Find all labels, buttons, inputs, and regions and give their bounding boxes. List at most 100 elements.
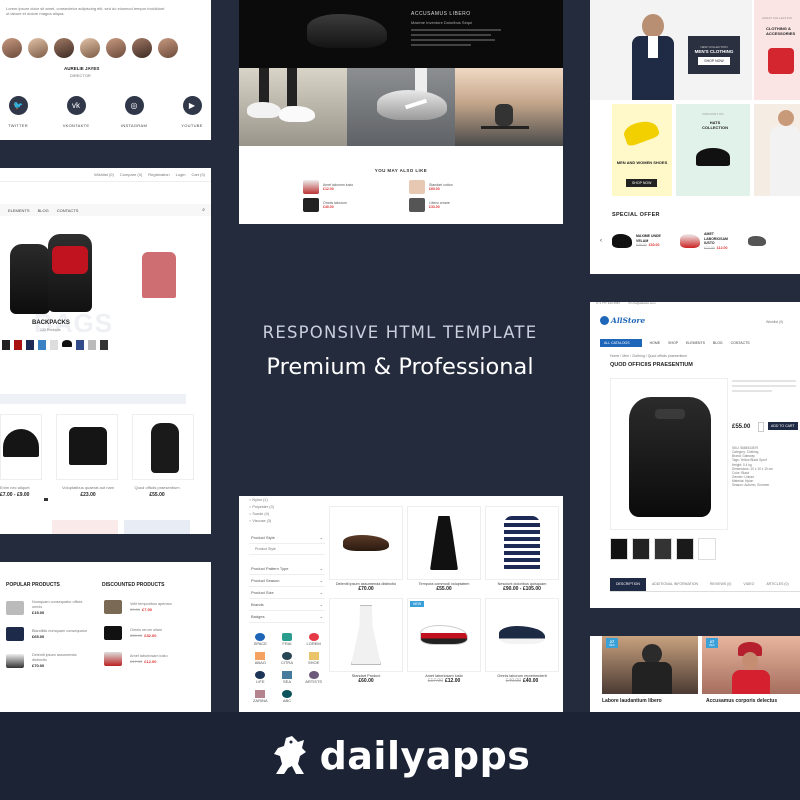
filter-accordion[interactable]: Brands ⌄ bbox=[249, 599, 325, 612]
list-item[interactable]: Blanditiis numquam consequatur £65.00 bbox=[6, 627, 96, 642]
cart-link[interactable]: Cart (0) bbox=[191, 172, 205, 177]
filter-accordion[interactable]: Product Pattern Type ⌄ bbox=[249, 563, 325, 576]
brand-logo[interactable]: ABC bbox=[276, 690, 299, 703]
wishlist-link[interactable]: Wishlist (0) bbox=[766, 320, 783, 325]
tab-description[interactable]: DESCRIPTION bbox=[610, 578, 646, 591]
list-item[interactable]: Amet laborum iusto £12.00 bbox=[303, 180, 397, 194]
list-item[interactable]: Omnis rerum ullam £38.00 £32.00 bbox=[104, 626, 204, 640]
nav-home[interactable]: HOME bbox=[650, 341, 661, 345]
brand-logo[interactable]: SPACE bbox=[249, 633, 272, 646]
social-youtube[interactable]: ▶ YOUTUBE bbox=[180, 96, 204, 128]
twitter-icon[interactable]: 🐦 bbox=[8, 96, 28, 115]
filter-checkbox[interactable]: ○ Suede (4) bbox=[249, 512, 325, 517]
store-logo[interactable]: AllStore bbox=[600, 316, 645, 325]
filter-checkbox[interactable]: ○ Viscose (3) bbox=[249, 519, 325, 524]
nav-contacts[interactable]: CONTACTS bbox=[57, 208, 79, 213]
compare-link[interactable]: Compare (0) bbox=[120, 172, 142, 177]
avatar[interactable] bbox=[132, 38, 152, 58]
nav-blog[interactable]: BLOG bbox=[713, 341, 723, 345]
login-link[interactable]: Login bbox=[176, 172, 186, 177]
product-name[interactable]: Enim nec aliquet bbox=[0, 485, 48, 490]
avatar[interactable] bbox=[54, 38, 74, 58]
product-main-image[interactable] bbox=[610, 378, 728, 530]
banner-shoes[interactable]: MEN AND WOMEN SHOES SHOP NOW bbox=[612, 104, 672, 196]
wishlist-link[interactable]: Wishlist (0) bbox=[94, 172, 114, 177]
filter-accordion[interactable]: Badges ⌄ bbox=[249, 611, 325, 624]
filter-checkbox[interactable]: ○ Polyester (3) bbox=[249, 505, 325, 510]
social-vkontakte[interactable]: vk VKONTAKTE bbox=[63, 96, 89, 128]
avatar[interactable] bbox=[28, 38, 48, 58]
photo-legs-sneakers[interactable] bbox=[239, 68, 347, 146]
list-item[interactable]: Omnis laborum £40.00 bbox=[303, 198, 397, 212]
shop-now-button[interactable]: SHOP NOW bbox=[626, 179, 658, 187]
avatar[interactable] bbox=[2, 38, 22, 58]
brand-logo[interactable]: FRAI bbox=[276, 633, 299, 646]
filter-accordion[interactable]: Product Size ⌄ bbox=[249, 587, 325, 600]
list-item[interactable]: Velit temporibus aperiam £9.00 £7.00 bbox=[104, 600, 204, 614]
nav-contacts[interactable]: CONTACTS bbox=[731, 341, 750, 345]
list-item[interactable]: Standart cotton £60.00 bbox=[409, 180, 503, 194]
photo-grey-sneaker[interactable] bbox=[347, 68, 455, 146]
add-to-cart-button[interactable]: ADD TO CART bbox=[768, 422, 798, 430]
social-twitter[interactable]: 🐦 TWITTER bbox=[6, 96, 30, 128]
tab-reviews[interactable]: REVIEWS (0) bbox=[704, 578, 737, 591]
product-card[interactable]: Standart Product £60.00 bbox=[329, 598, 403, 684]
avatar[interactable] bbox=[106, 38, 126, 58]
nav-shop[interactable]: SHOP bbox=[668, 341, 678, 345]
banner-mens-clothing[interactable]: NEW COLLECTION MEN'S CLOTHING SHOP NOW bbox=[590, 0, 752, 100]
filter-accordion[interactable]: Product Style ⌄ bbox=[249, 532, 325, 544]
youtube-icon[interactable]: ▶ bbox=[182, 96, 202, 115]
brand-logo[interactable]: SHOE bbox=[302, 652, 325, 665]
product-card[interactable]: NEW Amet laboriosam iusto £17.00 £12.00 bbox=[407, 598, 481, 684]
tab-additional-information[interactable]: ADDITIONAL INFORMATION bbox=[646, 578, 704, 591]
product-name[interactable]: Quod officiis praesentium bbox=[124, 485, 190, 490]
tab-articles[interactable]: ARTICLES (0) bbox=[760, 578, 794, 591]
search-icon[interactable]: ⌕ bbox=[202, 207, 205, 213]
product-card[interactable]: Deleniti ipsum assumenda distinctio £70.… bbox=[329, 506, 403, 592]
shop-now-button[interactable]: SHOP NOW bbox=[698, 57, 730, 65]
all-catalogs-button[interactable]: ALL CATALOGS bbox=[600, 339, 642, 347]
blog-image[interactable]: 27 DEC bbox=[602, 636, 698, 694]
brand-logo[interactable]: ZARINA bbox=[249, 690, 272, 703]
list-item[interactable]: AMET LABORIOSAM IUSTO £17.00 £12.00 bbox=[680, 232, 738, 250]
brand-logo[interactable]: LIFE bbox=[249, 671, 272, 684]
avatar[interactable] bbox=[80, 38, 100, 58]
avatar[interactable] bbox=[158, 38, 178, 58]
list-item[interactable]: MAXIME UNDE VELAM £49.00 £30.00 bbox=[612, 234, 670, 249]
filter-accordion[interactable]: Product Season ⌄ bbox=[249, 575, 325, 588]
product-card[interactable]: Omnis laborum reprehenderit £49.00 £40.00 bbox=[485, 598, 559, 684]
brand-logo[interactable]: CITRA bbox=[276, 652, 299, 665]
photo-skier[interactable] bbox=[455, 68, 563, 146]
product-card[interactable] bbox=[132, 414, 194, 480]
registration-link[interactable]: Registration bbox=[148, 172, 169, 177]
nav-blog[interactable]: BLOG bbox=[38, 208, 49, 213]
blog-post-title[interactable]: Labore laudantium libero bbox=[602, 698, 662, 704]
chevron-left-icon[interactable]: ‹ bbox=[600, 238, 602, 244]
brand-logo[interactable]: dailyapps bbox=[270, 734, 531, 778]
product-card[interactable] bbox=[56, 414, 118, 480]
blog-image[interactable]: 27 DEC bbox=[702, 636, 800, 694]
instagram-icon[interactable]: ◎ bbox=[124, 96, 144, 115]
filter-checkbox[interactable]: ○ Nylon (1) bbox=[249, 498, 325, 503]
list-item[interactable]: Deleniti ipsum assumenda distinctio £70.0… bbox=[6, 653, 96, 668]
quantity-stepper[interactable] bbox=[758, 422, 764, 432]
product-card[interactable]: Tempora commodi voluptatem £55.00 bbox=[407, 506, 481, 592]
list-item[interactable]: Libero ornare £33.00 bbox=[409, 198, 503, 212]
tab-video[interactable]: VIDEO bbox=[737, 578, 760, 591]
product-name[interactable]: Voluptatibus quaerat aut nam bbox=[52, 485, 124, 490]
vk-icon[interactable]: vk bbox=[66, 96, 86, 115]
nav-elements[interactable]: ELEMENTS bbox=[8, 208, 30, 213]
brand-logo[interactable]: LOREM bbox=[302, 633, 325, 646]
brand-logo[interactable]: SEA bbox=[276, 671, 299, 684]
blog-post-title[interactable]: Accusamus corporis delectus bbox=[706, 698, 777, 704]
brand-logo[interactable]: ARTISTS bbox=[302, 671, 325, 684]
banner-hats[interactable]: DISCOUNT ON HATS COLLECTION bbox=[676, 104, 750, 196]
list-item[interactable]: Amet laboriosam iusto £17.00 £12.00 bbox=[104, 652, 204, 666]
social-instagram[interactable]: ◎ INSTAGRAM bbox=[121, 96, 147, 128]
nav-elements[interactable]: ELEMENTS bbox=[686, 341, 705, 345]
tshirt-image[interactable] bbox=[142, 252, 176, 298]
banner-woman[interactable] bbox=[754, 104, 800, 196]
product-card[interactable] bbox=[0, 414, 42, 480]
list-item[interactable]: Numquam consequatur officia omnis £15.00 bbox=[6, 600, 96, 615]
banner-accessories[interactable]: GREAT COLLECTION CLOTHING & ACCESSORIES bbox=[754, 0, 800, 100]
